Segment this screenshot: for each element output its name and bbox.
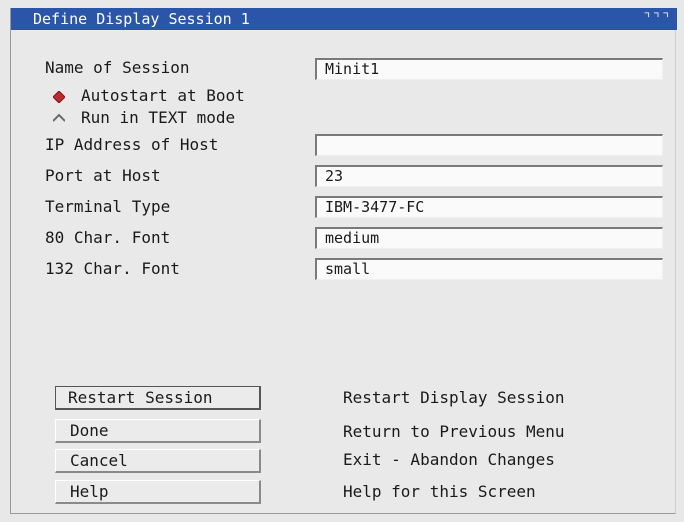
- radio-autostart[interactable]: Autostart at Boot: [53, 86, 245, 106]
- port-field[interactable]: 23: [315, 165, 663, 187]
- font80-label: 80 Char. Font: [45, 228, 171, 247]
- font132-field[interactable]: small: [315, 258, 663, 280]
- title-bar: Define Display Session 1 ⌝⌝⌝: [11, 8, 677, 30]
- help-button[interactable]: Help: [55, 480, 261, 504]
- ip-address-field[interactable]: [315, 134, 663, 156]
- done-desc: Return to Previous Menu: [343, 422, 565, 441]
- session-name-field[interactable]: Minit1: [315, 58, 663, 80]
- done-button[interactable]: Done: [55, 419, 261, 443]
- font132-label: 132 Char. Font: [45, 259, 180, 278]
- diamond-filled-icon: [53, 90, 65, 103]
- define-display-session-window: Define Display Session 1 ⌝⌝⌝ Name of Ses…: [10, 8, 677, 514]
- diamond-hollow-icon: [53, 113, 65, 122]
- session-name-label: Name of Session: [45, 58, 190, 77]
- radio-text-mode[interactable]: Run in TEXT mode: [53, 108, 235, 128]
- radio-autostart-label: Autostart at Boot: [81, 86, 245, 105]
- radio-text-mode-label: Run in TEXT mode: [81, 108, 236, 127]
- ip-address-label: IP Address of Host: [45, 135, 219, 154]
- window-title: Define Display Session 1: [33, 10, 250, 28]
- restart-session-button[interactable]: Restart Session: [55, 386, 261, 410]
- font80-field[interactable]: medium: [315, 227, 663, 249]
- port-label: Port at Host: [45, 166, 161, 185]
- terminal-type-label: Terminal Type: [45, 197, 171, 216]
- help-desc: Help for this Screen: [343, 482, 536, 501]
- cancel-button[interactable]: Cancel: [55, 449, 261, 473]
- cancel-desc: Exit - Abandon Changes: [343, 450, 555, 469]
- window-controls-icon[interactable]: ⌝⌝⌝: [643, 8, 671, 30]
- restart-session-desc: Restart Display Session: [343, 388, 565, 407]
- terminal-type-field[interactable]: IBM-3477-FC: [315, 196, 663, 218]
